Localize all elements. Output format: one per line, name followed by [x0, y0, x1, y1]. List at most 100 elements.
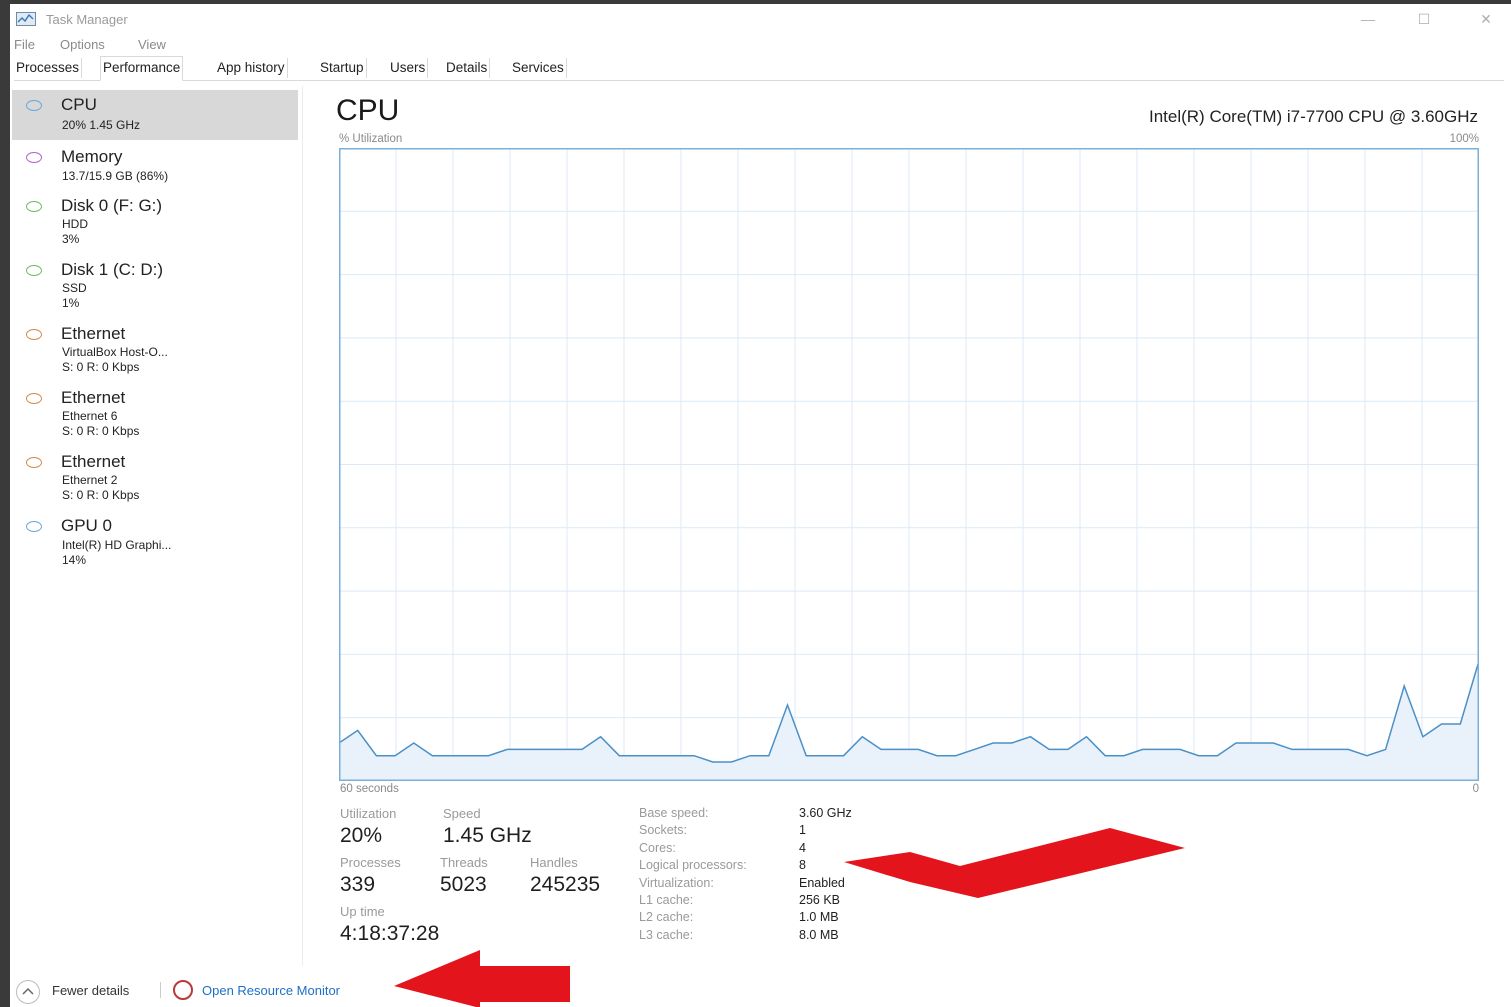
tab-processes[interactable]: Processes	[14, 58, 83, 78]
chevron-up-icon	[22, 987, 34, 995]
disk-graph-icon	[26, 201, 42, 212]
sockets-label: Sockets:	[639, 823, 687, 837]
l2-cache-value: 1.0 MB	[799, 910, 839, 924]
maximize-button[interactable]: ☐	[1409, 8, 1439, 30]
sidebar-item-detail: Ethernet 6	[62, 409, 118, 423]
sidebar-item-title: Disk 0 (F: G:)	[61, 196, 163, 215]
sidebar-item-title: GPU 0	[61, 516, 113, 535]
l3-cache-label: L3 cache:	[639, 928, 694, 942]
sidebar-item-memory[interactable]: Memory 13.7/15.9 GB (86%)	[12, 142, 298, 188]
sidebar-item-detail: 3%	[62, 232, 80, 246]
minimize-button[interactable]: —	[1353, 8, 1383, 30]
sidebar-item-detail: 14%	[62, 553, 87, 567]
sidebar-item-title: Ethernet	[61, 388, 126, 407]
sidebar-item-ethernet-virtualbox[interactable]: Ethernet VirtualBox Host-O... S: 0 R: 0 …	[12, 319, 298, 379]
close-button[interactable]: ✕	[1471, 8, 1501, 30]
sidebar-item-detail: HDD	[62, 217, 88, 231]
threads-label: Threads	[440, 855, 488, 870]
handles-value: 245235	[530, 873, 601, 896]
ethernet-graph-icon	[26, 329, 42, 340]
sidebar-item-detail: S: 0 R: 0 Kbps	[62, 424, 140, 438]
virtualization-value: Enabled	[799, 876, 845, 890]
menu-options[interactable]: Options	[60, 37, 105, 52]
sidebar-item-detail: 1%	[62, 296, 80, 310]
sidebar-item-title: Memory	[61, 147, 123, 166]
tab-services[interactable]: Services	[510, 58, 567, 78]
cpu-utilization-graph	[339, 148, 1479, 781]
resource-sidebar: CPU 20% 1.45 GHz Memory 13.7/15.9 GB (86…	[10, 86, 303, 966]
cores-value: 4	[799, 841, 806, 855]
sidebar-item-detail: 20% 1.45 GHz	[62, 118, 141, 132]
sidebar-item-gpu-0[interactable]: GPU 0 Intel(R) HD Graphi... 14%	[12, 511, 298, 571]
processes-label: Processes	[340, 855, 401, 870]
tab-details[interactable]: Details	[444, 58, 491, 78]
tab-app-history[interactable]: App history	[215, 58, 288, 78]
footer-bar: Fewer details Open Resource Monitor	[10, 968, 610, 1004]
sidebar-item-cpu[interactable]: CPU 20% 1.45 GHz	[12, 90, 298, 140]
red-arrow-annotation	[844, 828, 1185, 898]
sidebar-item-ethernet-6[interactable]: Ethernet Ethernet 6 S: 0 R: 0 Kbps	[12, 383, 298, 443]
tab-startup[interactable]: Startup	[318, 58, 367, 78]
sidebar-item-detail: S: 0 R: 0 Kbps	[62, 488, 140, 502]
footer-divider	[160, 982, 161, 998]
title-bar: Task Manager — ☐ ✕	[10, 4, 1511, 34]
sidebar-item-ethernet-2[interactable]: Ethernet Ethernet 2 S: 0 R: 0 Kbps	[12, 447, 298, 507]
fewer-details-button[interactable]	[16, 980, 40, 1004]
sockets-value: 1	[799, 823, 806, 837]
sidebar-item-detail: 13.7/15.9 GB (86%)	[62, 169, 169, 183]
menu-file[interactable]: File	[14, 37, 35, 52]
x-axis-right-label: 0	[1472, 783, 1479, 795]
l1-cache-label: L1 cache:	[639, 893, 694, 907]
x-axis-left-label: 60 seconds	[340, 783, 399, 795]
tab-performance[interactable]: Performance	[100, 56, 184, 81]
tab-bar: Processes Performance App history Startu…	[14, 56, 1504, 81]
page-title: CPU	[336, 94, 400, 127]
cores-label: Cores:	[639, 841, 676, 855]
sidebar-item-title: Disk 1 (C: D:)	[61, 260, 163, 279]
l1-cache-value: 256 KB	[799, 893, 841, 907]
fewer-details-link[interactable]: Fewer details	[52, 983, 129, 998]
memory-graph-icon	[26, 152, 42, 163]
sidebar-item-detail: Ethernet 2	[62, 473, 118, 487]
processes-value: 339	[340, 873, 376, 896]
graph-grid	[339, 148, 1479, 781]
menu-view[interactable]: View	[138, 37, 166, 52]
logical-processors-value: 8	[799, 858, 806, 872]
sidebar-item-detail: S: 0 R: 0 Kbps	[62, 360, 140, 374]
sidebar-item-title: Ethernet	[61, 324, 126, 343]
threads-value: 5023	[440, 873, 487, 896]
task-manager-window: Task Manager — ☐ ✕ File Options View Pro…	[10, 4, 1511, 1007]
sidebar-item-detail: SSD	[62, 281, 87, 295]
uptime-value: 4:18:37:28	[340, 922, 440, 945]
sidebar-item-disk-1[interactable]: Disk 1 (C: D:) SSD 1%	[12, 255, 298, 315]
open-resource-monitor-link[interactable]: Open Resource Monitor	[202, 983, 340, 998]
y-axis-label: % Utilization	[339, 133, 403, 145]
sidebar-item-title: CPU	[61, 95, 97, 114]
utilization-label: Utilization	[340, 806, 397, 821]
handles-label: Handles	[530, 855, 578, 870]
base-speed-value: 3.60 GHz	[799, 806, 852, 820]
virtualization-label: Virtualization:	[639, 876, 714, 890]
l2-cache-label: L2 cache:	[639, 910, 694, 924]
sidebar-item-detail: VirtualBox Host-O...	[62, 345, 168, 359]
tab-users[interactable]: Users	[388, 58, 429, 78]
logical-processors-label: Logical processors:	[639, 858, 747, 872]
sidebar-item-disk-0[interactable]: Disk 0 (F: G:) HDD 3%	[12, 191, 298, 251]
l3-cache-value: 8.0 MB	[799, 928, 839, 942]
window-title: Task Manager	[46, 12, 128, 27]
gpu-graph-icon	[26, 521, 42, 532]
ethernet-graph-icon	[26, 457, 42, 468]
cpu-model-name: Intel(R) Core(TM) i7-7700 CPU @ 3.60GHz	[1148, 107, 1478, 126]
utilization-value: 20%	[340, 824, 383, 847]
speed-label: Speed	[443, 806, 481, 821]
sidebar-item-title: Ethernet	[61, 452, 126, 471]
base-speed-label: Base speed:	[639, 806, 709, 820]
resource-monitor-icon	[173, 980, 193, 1000]
task-manager-icon	[16, 12, 36, 26]
uptime-label: Up time	[340, 904, 385, 919]
disk-graph-icon	[26, 265, 42, 276]
ethernet-graph-icon	[26, 393, 42, 404]
sidebar-item-detail: Intel(R) HD Graphi...	[62, 538, 172, 552]
y-max-label: 100%	[1449, 133, 1479, 145]
speed-value: 1.45 GHz	[443, 824, 532, 847]
